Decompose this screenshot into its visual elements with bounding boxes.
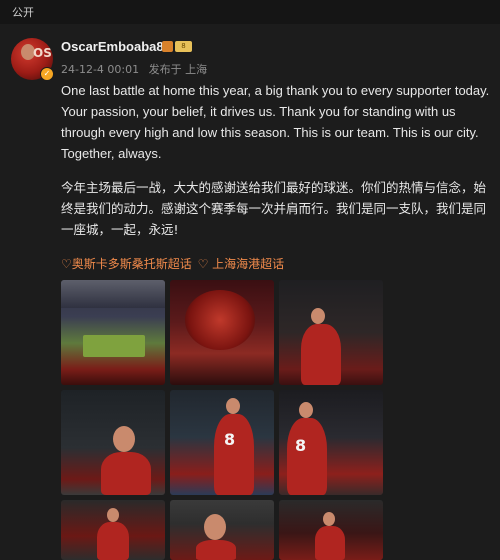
post-location: 发布于 上海 bbox=[148, 63, 208, 76]
photo-player-closeup[interactable] bbox=[61, 390, 165, 495]
visibility-bar: 公开 bbox=[0, 0, 500, 24]
topic-link-shanghai-port[interactable]: ♡ 上海海港超话 bbox=[198, 257, 285, 271]
photo-player-waving[interactable] bbox=[279, 280, 383, 385]
post-text-english: One last battle at home this year, a big… bbox=[61, 83, 490, 161]
photo-player-number-eight[interactable]: 8 bbox=[170, 390, 274, 495]
photo-grid: 8 8 bbox=[61, 280, 386, 560]
username[interactable]: OscarEmboaba8 bbox=[61, 39, 164, 54]
player-head bbox=[226, 398, 240, 414]
user-badges: 8 bbox=[162, 41, 192, 52]
player-head bbox=[323, 512, 335, 526]
player-head bbox=[113, 426, 135, 452]
photo-fan-banner[interactable] bbox=[170, 280, 274, 385]
post-timestamp[interactable]: 24-12-4 00:01 bbox=[61, 63, 139, 76]
photo-player-portrait[interactable] bbox=[170, 500, 274, 560]
photo-team-salute[interactable] bbox=[279, 500, 383, 560]
player-body bbox=[97, 522, 129, 560]
player-body bbox=[287, 418, 327, 495]
player-body bbox=[196, 540, 236, 560]
topic-links: ♡奥斯卡多斯桑托斯超话 ♡ 上海海港超话 bbox=[61, 255, 286, 272]
verified-badge-icon: ✓ bbox=[40, 67, 54, 81]
level-badge-icon[interactable]: 8 bbox=[175, 41, 192, 52]
player-head bbox=[107, 508, 119, 522]
fan-banner bbox=[185, 290, 255, 350]
player-body bbox=[301, 324, 341, 385]
player-body bbox=[101, 452, 151, 495]
photo-stadium-crowd[interactable] bbox=[61, 280, 165, 385]
player-body bbox=[315, 526, 345, 560]
photo-player-celebrating[interactable]: 8 bbox=[279, 390, 383, 495]
player-head bbox=[299, 402, 313, 418]
jersey-number: 8 bbox=[295, 436, 307, 455]
player-body bbox=[214, 414, 254, 495]
stadium-roof bbox=[61, 280, 165, 308]
post-card: OS ✓ OscarEmboaba8 8 24-12-4 00:01 发布于 上… bbox=[0, 24, 500, 560]
fan-badge-icon[interactable] bbox=[162, 41, 173, 52]
photo-player-pitchside[interactable] bbox=[61, 500, 165, 560]
avatar-jersey-number: OS bbox=[33, 46, 52, 60]
player-head bbox=[204, 514, 226, 540]
player-head bbox=[311, 308, 325, 324]
stadium-pitch bbox=[83, 335, 145, 357]
post-text-chinese: 今年主场最后一战，大大的感谢送给我们最好的球迷。你们的热情与信念，始终是我们的动… bbox=[61, 180, 487, 237]
visibility-label: 公开 bbox=[12, 6, 34, 19]
topic-link-oscar[interactable]: ♡奥斯卡多斯桑托斯超话 bbox=[61, 257, 192, 271]
post-meta: 24-12-4 00:01 发布于 上海 bbox=[61, 61, 213, 77]
jersey-number: 8 bbox=[224, 430, 236, 449]
